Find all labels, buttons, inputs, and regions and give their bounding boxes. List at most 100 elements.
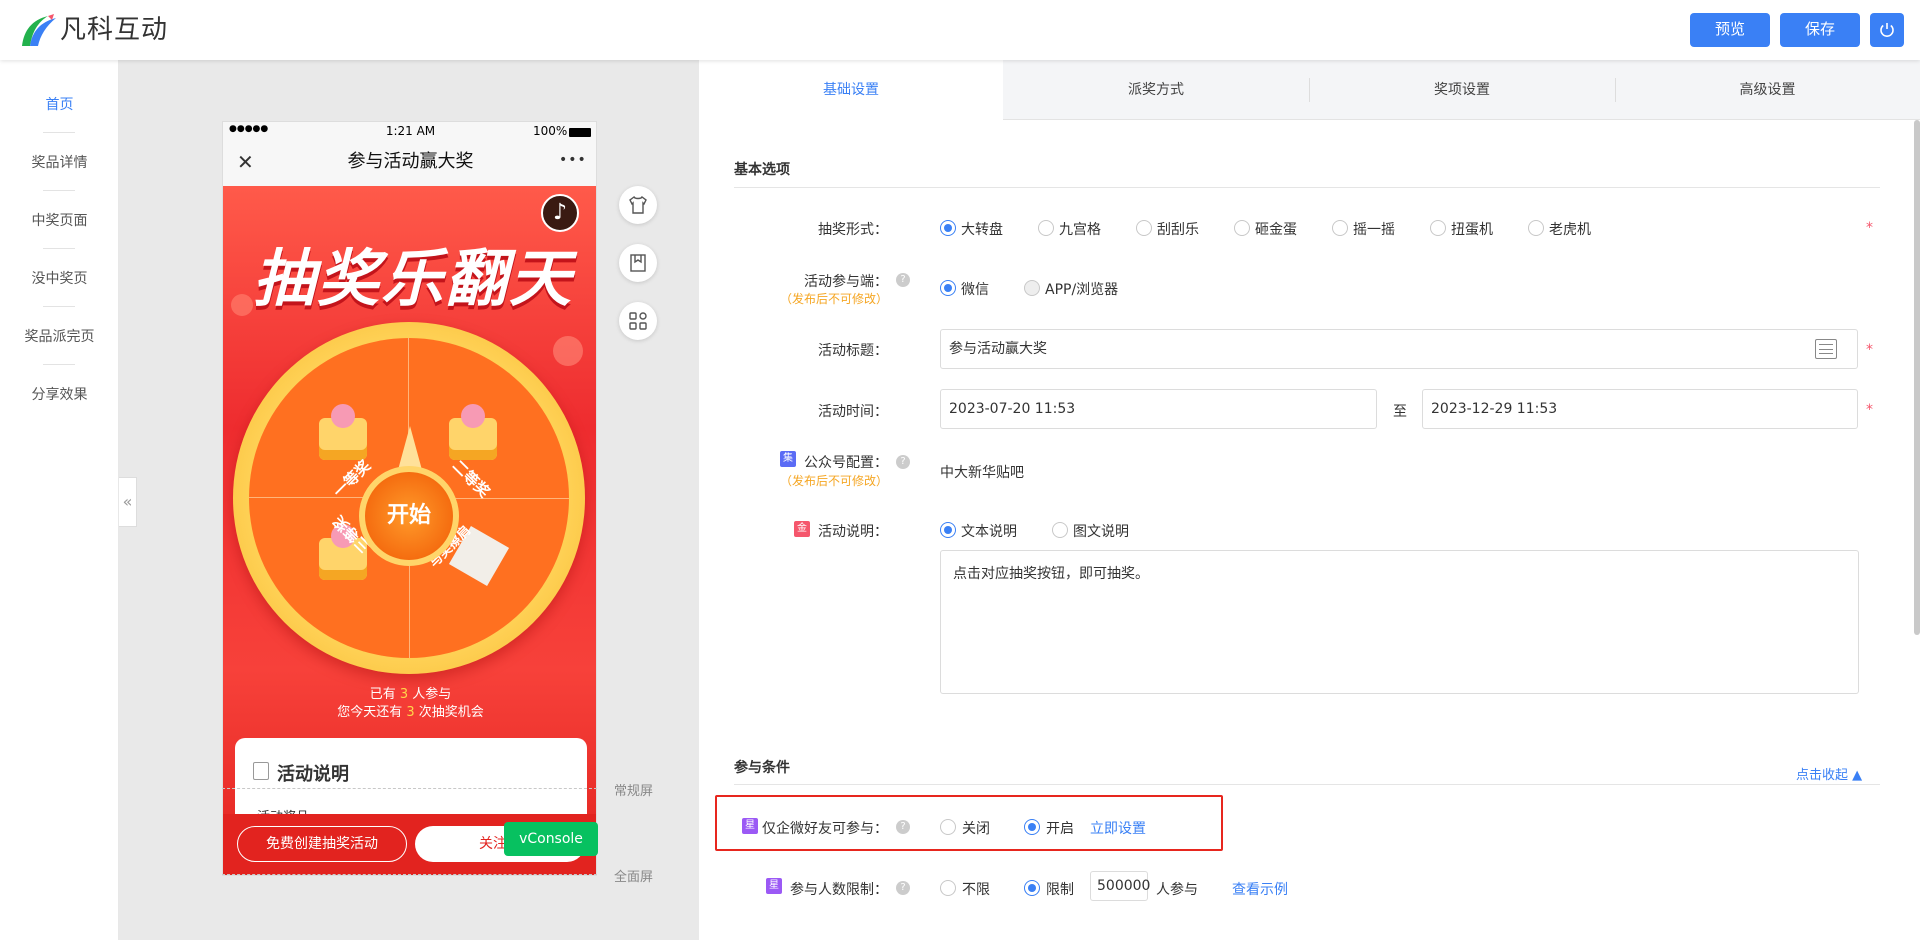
music-icon[interactable]: ♪: [541, 194, 579, 232]
shirt-icon[interactable]: [619, 186, 657, 224]
radio-scratch[interactable]: [1136, 220, 1152, 236]
sidebar-item-share-effect[interactable]: 分享效果: [0, 384, 119, 404]
divider: [734, 784, 1880, 785]
page-icon[interactable]: [619, 244, 657, 282]
radio-app-browser[interactable]: [1024, 280, 1040, 296]
set-now-link[interactable]: 立即设置: [1090, 818, 1146, 838]
radio-on[interactable]: [1024, 819, 1040, 835]
help-icon[interactable]: ?: [896, 273, 910, 287]
radio-text-desc[interactable]: [940, 522, 956, 538]
radio-capsule[interactable]: [1430, 220, 1446, 236]
wheel-pointer: [398, 426, 422, 470]
view-example-link[interactable]: 查看示例: [1232, 879, 1288, 899]
logo-icon: [22, 14, 56, 46]
section-title-basic: 基本选项: [734, 162, 790, 178]
option-label: 不限: [962, 882, 990, 898]
create-lottery-button[interactable]: 免费创建抽奖活动: [237, 826, 407, 862]
sidebar-item-prize-detail[interactable]: 奖品详情: [0, 152, 119, 172]
radio-rich-desc[interactable]: [1052, 522, 1068, 538]
battery-icon: [569, 128, 591, 137]
divider: [43, 132, 75, 133]
divider: [43, 248, 75, 249]
radio-unlimited[interactable]: [940, 880, 956, 896]
phone-page-title: 参与活动赢大奖: [347, 151, 474, 172]
radio-big-wheel[interactable]: [940, 220, 956, 236]
divider: [43, 306, 75, 307]
normal-screen-label: 常规屏: [614, 784, 654, 799]
prize-label: 二等奖: [448, 456, 494, 502]
divider: [43, 364, 75, 365]
start-time-input[interactable]: 2023-07-20 11:53: [940, 389, 1377, 429]
scrollbar[interactable]: [1914, 120, 1920, 635]
option-label: 九宫格: [1059, 222, 1101, 238]
phone-status-bar: ●●●●● 1:21 AM 100%: [223, 122, 596, 142]
top-header: 凡科互动 预览 保存: [0, 0, 1920, 60]
sidebar-item-home[interactable]: 首页: [0, 94, 119, 114]
help-icon[interactable]: ?: [896, 455, 910, 469]
radio-off[interactable]: [940, 819, 956, 835]
sidebar-item-win-page[interactable]: 中奖页面: [0, 210, 119, 230]
description-label: 活动说明：: [818, 524, 888, 540]
radio-slot[interactable]: [1528, 220, 1544, 236]
banner-title: 抽奖乐翻天: [252, 242, 573, 315]
activity-title-input[interactable]: 参与活动赢大奖: [940, 329, 1858, 369]
battery-text: 100%: [533, 124, 568, 138]
full-screen-label: 全面屏: [614, 870, 654, 885]
decor-balloon: [231, 294, 253, 316]
chance-count: 3: [406, 705, 415, 720]
end-time-input[interactable]: 2023-12-29 11:53: [1422, 389, 1858, 429]
divider: [43, 190, 75, 191]
radio-golden-egg[interactable]: [1234, 220, 1250, 236]
tab-prize-settings[interactable]: 奖项设置: [1309, 60, 1615, 120]
sidebar-item-no-win-page[interactable]: 没中奖页: [0, 268, 119, 288]
tab-award-method[interactable]: 派奖方式: [1003, 60, 1309, 120]
description-textarea[interactable]: 点击对应抽奖按钮，即可抽奖。: [940, 550, 1859, 694]
chance-text: 次抽奖机会: [418, 705, 484, 720]
required-mark: *: [1866, 342, 1873, 358]
terminal-note: （发布后不可修改）: [779, 292, 888, 306]
normal-screen-line: [222, 788, 597, 789]
participant-limit-input[interactable]: 500000: [1090, 871, 1150, 901]
join-count-text: 已有 3 人参与 您今天还有 3 次抽奖机会: [223, 686, 596, 722]
option-label: 关闭: [962, 821, 990, 837]
required-mark: *: [1866, 220, 1873, 236]
required-mark: *: [1866, 402, 1873, 418]
power-button[interactable]: [1870, 13, 1904, 47]
grid-icon[interactable]: [619, 302, 657, 340]
terminal-label: 活动参与端：: [804, 274, 888, 290]
sidebar-item-prize-out-page[interactable]: 奖品派完页: [0, 326, 119, 346]
join-text: 人参与: [412, 687, 452, 702]
option-label: 刮刮乐: [1157, 222, 1199, 238]
radio-limit[interactable]: [1024, 880, 1040, 896]
option-label: 扭蛋机: [1451, 222, 1493, 238]
official-account-value: 中大新华贴吧: [940, 465, 1024, 481]
start-lottery-button[interactable]: 开始: [359, 466, 459, 566]
option-label: 摇一摇: [1353, 222, 1395, 238]
collapse-sidebar-handle[interactable]: «: [119, 477, 137, 527]
more-icon[interactable]: •••: [559, 152, 587, 168]
participant-limit-label: 参与人数限制：: [790, 882, 888, 898]
help-icon[interactable]: ?: [896, 820, 910, 834]
section-title-conditions: 参与条件: [734, 760, 790, 776]
time-separator: 至: [1393, 404, 1407, 420]
text-format-icon[interactable]: [1815, 339, 1837, 359]
join-text: 已有: [369, 687, 396, 702]
chance-text: 您今天还有: [337, 705, 403, 720]
radio-nine-grid[interactable]: [1038, 220, 1054, 236]
divider: [734, 187, 1880, 188]
option-label: 图文说明: [1073, 524, 1129, 540]
tab-basic[interactable]: 基础设置: [699, 60, 1003, 121]
collapse-link[interactable]: 点击收起 ▲: [1796, 764, 1862, 783]
wecom-friend-label: 仅企微好友可参与：: [762, 821, 888, 837]
option-label: 开启: [1046, 821, 1074, 837]
option-label: APP/浏览器: [1045, 282, 1119, 298]
radio-wechat[interactable]: [940, 280, 956, 296]
title-label: 活动标题：: [818, 343, 888, 359]
vconsole-button[interactable]: vConsole: [504, 822, 598, 856]
brand-name: 凡科互动: [60, 15, 169, 45]
preview-button[interactable]: 预览: [1690, 13, 1770, 47]
tab-advanced[interactable]: 高级设置: [1615, 60, 1920, 120]
save-button[interactable]: 保存: [1780, 13, 1860, 47]
radio-shake[interactable]: [1332, 220, 1348, 236]
help-icon[interactable]: ?: [896, 881, 910, 895]
